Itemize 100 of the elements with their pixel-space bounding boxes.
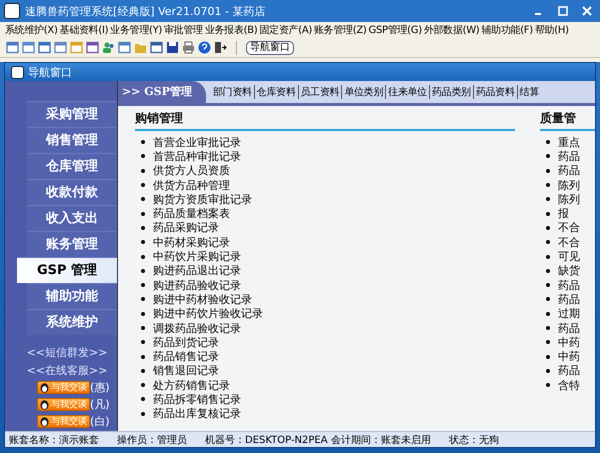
bullet-icon (546, 140, 550, 144)
record-link[interactable]: 药品 (558, 292, 580, 307)
bullet-icon (141, 326, 145, 330)
tab-link[interactable]: 药品资料 (472, 85, 517, 99)
exit-icon[interactable] (214, 41, 227, 54)
bullet-icon (141, 212, 145, 216)
bullet-icon (141, 283, 145, 288)
tab-link[interactable]: 部门资料 (210, 85, 254, 99)
bullet-icon (546, 212, 550, 216)
menu-item[interactable]: 系统维护(X) (4, 23, 59, 37)
save-icon[interactable] (166, 41, 179, 54)
record-link[interactable]: 重点 (558, 134, 580, 150)
record-link[interactable]: 购货方资质审批记录 (153, 192, 252, 207)
record-link[interactable]: 药品出库复核记录 (153, 406, 241, 422)
record-link[interactable]: 处方药销售记录 (153, 378, 230, 393)
record-link[interactable]: 调拨药品验收记录 (153, 320, 241, 336)
app-icon (11, 66, 24, 78)
record-link[interactable]: 药品 (558, 363, 580, 378)
tab-link[interactable]: 仓库资料 (254, 85, 298, 99)
bullet-icon (141, 397, 145, 402)
sidebar-item[interactable]: 销售管理 (27, 127, 117, 153)
sidebar-item[interactable]: 收入支出 (27, 205, 117, 231)
bullet-icon (141, 312, 145, 316)
record-link[interactable]: 不合 (558, 234, 580, 250)
tab-link[interactable]: 员工资料 (298, 85, 342, 99)
sidebar-item[interactable]: GSP 管理 (17, 257, 117, 283)
record-link[interactable]: 中药 (558, 334, 580, 350)
menu-item[interactable]: 基础资料(I) (58, 23, 110, 37)
record-link[interactable]: 首营品种审批记录 (153, 148, 241, 164)
sidebar-item[interactable]: 账务管理 (27, 231, 117, 257)
bullet-icon (546, 383, 550, 388)
record-link[interactable]: 药品 (558, 278, 580, 293)
sidebar-item[interactable]: 辅助功能 (27, 283, 117, 309)
record-link[interactable]: 购进药品退出记录 (153, 263, 241, 278)
bullet-icon (141, 140, 145, 144)
record-link[interactable]: 销售退回记录 (153, 363, 219, 378)
tab-link[interactable]: 往来单位 (385, 85, 429, 99)
record-link[interactable]: 不合 (558, 220, 580, 236)
record-link[interactable]: 药品销售记录 (153, 349, 219, 364)
sidebar-item[interactable]: 采购管理 (27, 101, 117, 127)
bullet-icon (141, 240, 145, 244)
record-link[interactable]: 药品采购记录 (153, 220, 219, 236)
menu-item[interactable]: 外部数据(W) (422, 23, 480, 37)
menu-item[interactable]: 账务管理(Z) (312, 23, 368, 37)
menu-item[interactable]: GSP管理(G) (368, 23, 423, 37)
record-link[interactable]: 陈列 (558, 192, 580, 207)
bullet-icon (546, 312, 550, 316)
maximize-icon[interactable] (558, 6, 568, 16)
sidebar-item[interactable]: 仓库管理 (27, 153, 117, 179)
record-link[interactable]: 报 (558, 206, 569, 222)
record-link[interactable]: 药品 (558, 320, 580, 336)
record-link[interactable]: 中药材采购记录 (153, 234, 230, 250)
bullet-icon (141, 226, 145, 230)
bullet-icon (141, 383, 145, 388)
record-link[interactable]: 药品 (558, 163, 580, 178)
bullet-icon (546, 354, 550, 359)
people-icon[interactable] (102, 41, 115, 54)
record-link[interactable]: 购进中药饮片验收记录 (153, 306, 263, 322)
window-icon[interactable] (54, 41, 67, 54)
record-link[interactable]: 含特 (558, 378, 580, 393)
record-link[interactable]: 购进药品验收记录 (153, 278, 241, 293)
tab-link[interactable]: 结算 (516, 85, 541, 99)
record-link[interactable]: 中药饮片采购记录 (153, 249, 241, 264)
bullet-icon (546, 254, 550, 259)
record-link[interactable]: 药品质量档案表 (153, 206, 230, 222)
record-link[interactable]: 缺货 (558, 263, 580, 278)
record-link[interactable]: 供货方品种管理 (153, 178, 230, 193)
menu-item[interactable]: 帮助(H) (534, 23, 570, 37)
menu-item[interactable]: 审批管理 (163, 23, 204, 37)
record-link[interactable]: 供货方人员资质 (153, 163, 230, 178)
record-link[interactable]: 药品 (558, 148, 580, 164)
bullet-icon (546, 268, 550, 273)
bullet-icon (141, 197, 145, 202)
status-text: 操作员：管理员 (117, 434, 187, 446)
sidebar-link[interactable]: <<短信群发>> (5, 345, 117, 360)
bullet-icon (141, 412, 145, 416)
bullet-icon (141, 254, 145, 259)
help-icon[interactable] (198, 41, 211, 54)
menu-item[interactable]: 业务管理(Y) (109, 23, 164, 37)
tab-link[interactable]: 药品类别 (428, 85, 473, 99)
record-link[interactable]: 药品到货记录 (153, 334, 219, 350)
sidebar-item[interactable]: 系统维护 (27, 309, 117, 335)
record-link[interactable]: 过期 (558, 306, 580, 322)
menu-item[interactable]: 辅助功能(F) (480, 23, 534, 37)
sidebar-link[interactable]: <<在线客服>> (5, 363, 117, 378)
menu-item[interactable]: 固定资产(A) (258, 23, 313, 37)
record-link[interactable]: 购进中药材验收记录 (153, 292, 252, 307)
record-link[interactable]: 中药 (558, 349, 580, 364)
navigation-window-button[interactable]: 导航窗口 (246, 40, 294, 54)
record-link[interactable]: 可见 (558, 249, 580, 264)
close-icon[interactable] (582, 6, 592, 16)
sidebar-item[interactable]: 收款付款 (27, 179, 117, 205)
printer-icon[interactable] (182, 41, 195, 54)
bullet-icon (546, 283, 550, 288)
record-link[interactable]: 首营企业审批记录 (153, 134, 241, 150)
record-link[interactable]: 药品拆零销售记录 (153, 392, 241, 407)
tab-link[interactable]: 单位类别 (341, 85, 386, 99)
menu-item[interactable]: 业务报表(B) (204, 23, 258, 37)
record-link[interactable]: 陈列 (558, 178, 580, 193)
section-tab[interactable]: >> GSP管理 (118, 81, 206, 103)
